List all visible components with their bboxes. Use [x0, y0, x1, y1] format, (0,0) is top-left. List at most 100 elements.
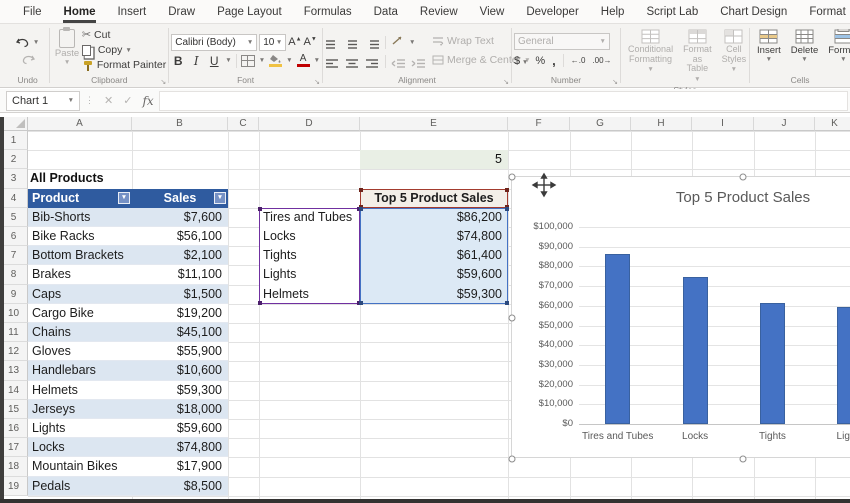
products-table-row[interactable]: Brakes$11,100	[28, 265, 228, 284]
chart-bar-locks[interactable]	[683, 277, 708, 424]
row-header-11[interactable]: 11	[0, 323, 28, 342]
products-table-row[interactable]: Jerseys$18,000	[28, 400, 228, 419]
row-header-5[interactable]: 5	[0, 208, 28, 227]
chart-selection-handle[interactable]	[509, 174, 516, 181]
products-table-row[interactable]: Lights$59,600	[28, 419, 228, 438]
number-dialog-launcher[interactable]: ↘	[612, 78, 618, 86]
products-header-product[interactable]: Product▼	[28, 189, 132, 208]
row-header-15[interactable]: 15	[0, 400, 28, 419]
tab-draw[interactable]: Draw	[157, 0, 206, 24]
decrease-font-size-button[interactable]: A▼	[304, 36, 317, 48]
row-header-1[interactable]: 1	[0, 131, 28, 150]
bold-button[interactable]: B	[171, 54, 185, 68]
products-table-row[interactable]: Gloves$55,900	[28, 342, 228, 361]
row-header-9[interactable]: 9	[0, 285, 28, 304]
chart-title[interactable]: Top 5 Product Sales	[512, 189, 850, 206]
top5-categories-range[interactable]: Tires and TubesLocksTightsLightsHelmets	[259, 208, 360, 304]
products-table-row[interactable]: Handlebars$10,600	[28, 361, 228, 380]
products-table-row[interactable]: Helmets$59,300	[28, 381, 228, 400]
font-color-button[interactable]: A	[297, 54, 310, 67]
product-filter-button[interactable]: ▼	[118, 192, 130, 204]
fill-color-button[interactable]	[269, 54, 282, 67]
format-as-table-button[interactable]: Format asTable ▼	[678, 27, 717, 84]
range-handle[interactable]	[505, 188, 509, 192]
row-header-19[interactable]: 19	[0, 477, 28, 496]
range-handle[interactable]	[359, 207, 363, 211]
tab-format[interactable]: Format	[798, 0, 850, 24]
range-handle[interactable]	[258, 301, 262, 305]
format-cells-button[interactable]: Format ▼	[823, 27, 850, 74]
orientation-button[interactable]	[391, 33, 404, 51]
tab-file[interactable]: File	[12, 0, 53, 24]
align-left-button[interactable]	[325, 56, 340, 67]
align-bottom-button[interactable]	[365, 37, 380, 48]
tab-developer[interactable]: Developer	[515, 0, 589, 24]
products-header-sales[interactable]: Sales▼	[132, 189, 228, 208]
top5-title-cell[interactable]: Top 5 Product Sales	[360, 189, 508, 208]
column-header-H[interactable]: H	[631, 117, 692, 131]
insert-cells-button[interactable]: Insert ▼	[752, 27, 786, 74]
chart-top5-product-sales[interactable]: Top 5 Product Sales$0$10,000$20,000$30,0…	[511, 176, 850, 458]
chart-bar-tights[interactable]	[760, 303, 785, 424]
row-header-4[interactable]: 4	[0, 189, 28, 208]
borders-button[interactable]	[241, 55, 255, 67]
column-header-D[interactable]: D	[259, 117, 360, 131]
underline-button[interactable]: U	[207, 54, 221, 68]
cancel-entry-icon[interactable]: ✕	[99, 94, 118, 107]
chart-bar-lights[interactable]	[837, 307, 850, 424]
row-header-12[interactable]: 12	[0, 342, 28, 361]
increase-decimal-button[interactable]: ←.0	[571, 56, 586, 65]
row-header-18[interactable]: 18	[0, 457, 28, 476]
row-header-14[interactable]: 14	[0, 381, 28, 400]
row-header-6[interactable]: 6	[0, 227, 28, 246]
row-header-2[interactable]: 2	[0, 150, 28, 169]
insert-function-icon[interactable]: fx	[137, 94, 158, 108]
tab-view[interactable]: View	[469, 0, 516, 24]
align-top-button[interactable]	[325, 37, 340, 48]
column-header-K[interactable]: K	[815, 117, 850, 131]
column-header-G[interactable]: G	[570, 117, 631, 131]
products-table-row[interactable]: Mountain Bikes$17,900	[28, 457, 228, 476]
delete-cells-button[interactable]: Delete ▼	[786, 27, 823, 74]
column-header-A[interactable]: A	[28, 117, 132, 131]
name-box[interactable]: Chart 1 ▼	[6, 91, 80, 111]
percent-format-button[interactable]: %	[535, 55, 545, 67]
currency-format-button[interactable]: $ ▼	[514, 55, 528, 67]
row-header-16[interactable]: 16	[0, 419, 28, 438]
format-painter-button[interactable]: Format Painter	[82, 58, 166, 73]
products-table-row[interactable]: Chains$45,100	[28, 323, 228, 342]
range-handle[interactable]	[505, 207, 509, 211]
products-table-row[interactable]: Bottom Brackets$2,100	[28, 246, 228, 265]
tab-page-layout[interactable]: Page Layout	[206, 0, 293, 24]
row-header-7[interactable]: 7	[0, 246, 28, 265]
range-handle[interactable]	[359, 301, 363, 305]
chart-bar-tires-and-tubes[interactable]	[605, 254, 630, 424]
select-all-corner[interactable]	[0, 117, 28, 131]
increase-font-size-button[interactable]: A▲	[288, 36, 301, 48]
copy-button[interactable]: Copy ▼	[82, 43, 166, 58]
align-center-button[interactable]	[345, 56, 360, 67]
row-header-10[interactable]: 10	[0, 304, 28, 323]
increase-indent-button[interactable]	[411, 56, 426, 67]
cell-styles-button[interactable]: CellStyles ▼	[717, 27, 752, 84]
font-dialog-launcher[interactable]: ↘	[314, 78, 320, 86]
paste-button[interactable]: Paste ▼	[52, 27, 82, 74]
products-table-row[interactable]: Bib-Shorts$7,600	[28, 208, 228, 227]
conditional-formatting-button[interactable]: ConditionalFormatting ▼	[623, 27, 678, 84]
tab-data[interactable]: Data	[363, 0, 409, 24]
tab-formulas[interactable]: Formulas	[293, 0, 363, 24]
products-table-row[interactable]: Caps$1,500	[28, 285, 228, 304]
italic-button[interactable]: I	[189, 54, 203, 68]
clipboard-dialog-launcher[interactable]: ↘	[160, 78, 166, 86]
range-handle[interactable]	[258, 207, 262, 211]
column-header-B[interactable]: B	[132, 117, 228, 131]
tab-review[interactable]: Review	[409, 0, 469, 24]
column-header-F[interactable]: F	[508, 117, 570, 131]
tab-chart-design[interactable]: Chart Design	[709, 0, 798, 24]
top-n-input-cell[interactable]: 5	[360, 150, 508, 169]
spreadsheet-grid[interactable]: ABCDEFGHIJK12345678910111213141516171819…	[0, 117, 850, 503]
column-header-J[interactable]: J	[754, 117, 815, 131]
decrease-indent-button[interactable]	[391, 56, 406, 67]
font-name-combo[interactable]: Calibri (Body) ▼	[171, 34, 257, 51]
row-header-8[interactable]: 8	[0, 265, 28, 284]
